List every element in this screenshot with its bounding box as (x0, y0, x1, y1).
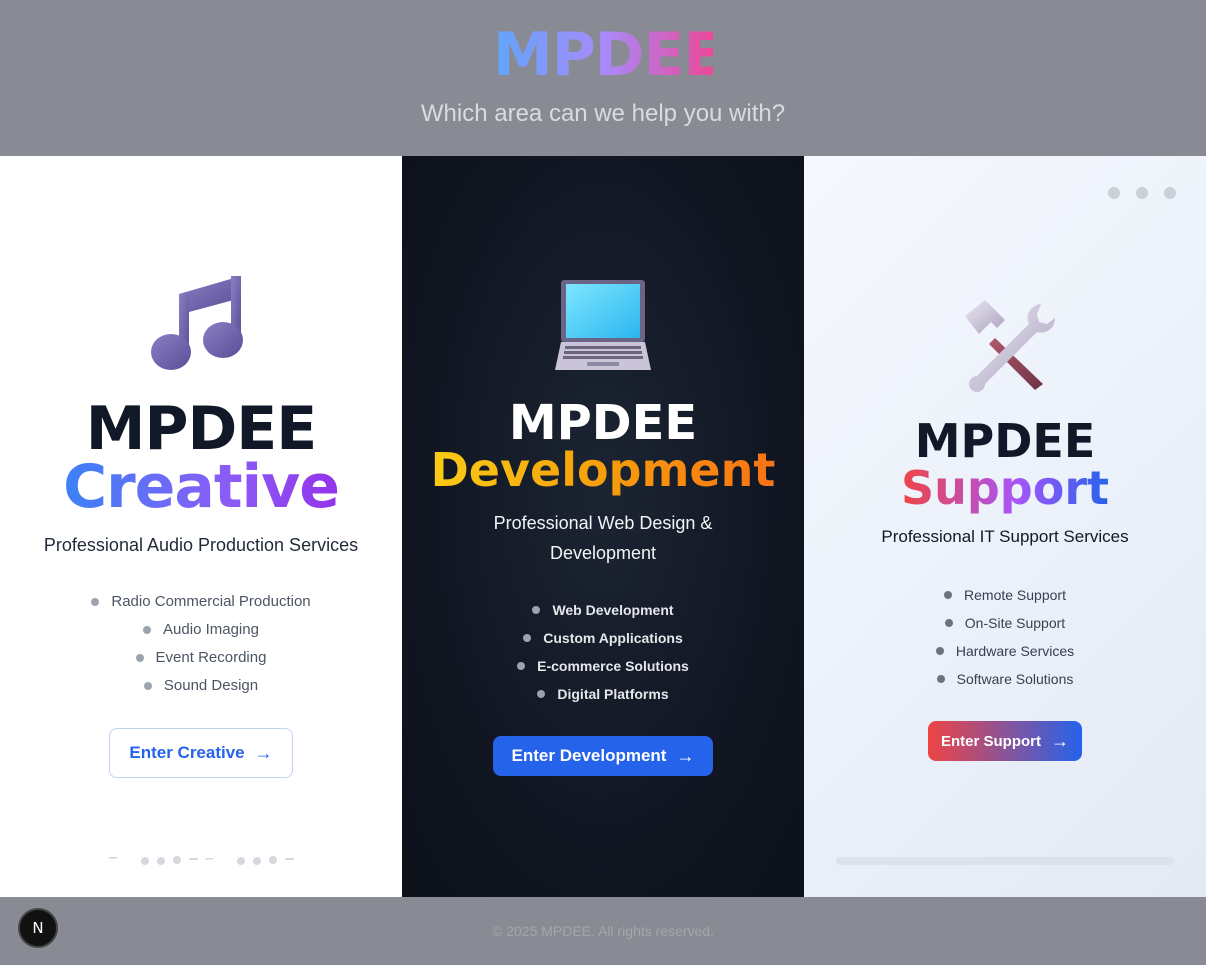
brand-logo-text: MPDEE (493, 20, 724, 90)
bullet-icon (523, 634, 532, 642)
window-dots-decoration (1108, 187, 1176, 199)
support-panel[interactable]: MPDEE Support Professional IT Support Se… (804, 156, 1206, 897)
page-tagline: Which area can we help you with? (420, 100, 786, 127)
support-subtitle: Professional IT Support Services (881, 527, 1129, 546)
service-label: Audio Imaging (163, 621, 259, 638)
page-footer: © 2025 MPDEE. All rights reserved. (0, 897, 1206, 965)
list-item: Event Recording (0, 644, 402, 672)
enter-creative-button[interactable]: Enter Creative → (109, 728, 293, 778)
list-item: E-commerce Solutions (402, 652, 804, 680)
list-item: Web Development (402, 596, 804, 624)
decorative-bar (836, 857, 1174, 865)
button-label: Enter Support (941, 732, 1041, 750)
page-header: MPDEE Which area can we help you with? (0, 0, 1206, 156)
button-label: Enter Development (511, 746, 667, 765)
service-label: Hardware Services (955, 643, 1075, 659)
enter-development-button[interactable]: Enter Development → (493, 736, 713, 776)
bullet-icon (143, 682, 152, 690)
service-label: Remote Support (964, 587, 1066, 603)
service-label: Digital Platforms (557, 686, 669, 702)
dot-icon (1136, 187, 1148, 199)
creative-services-list: Radio Commercial Production Audio Imagin… (0, 588, 402, 700)
bullet-icon (944, 619, 953, 627)
dot-icon (1108, 187, 1120, 199)
copyright-text: © 2025 MPDEE. All rights reserved. (492, 923, 714, 939)
laptop-icon (402, 278, 804, 374)
creative-subtitle: Professional Audio Production Services (43, 535, 359, 555)
arrow-right-icon: → (676, 745, 695, 766)
creative-panel[interactable]: MPDEE Creative Professional Audio Produc… (0, 156, 402, 897)
bullet-icon (517, 662, 526, 670)
support-name-text: Support (900, 461, 1109, 515)
service-label: Web Development (552, 602, 674, 618)
bullet-icon (537, 690, 546, 698)
enter-support-button[interactable]: Enter Support → (928, 721, 1082, 761)
button-label: Enter Creative (129, 743, 245, 762)
list-item: Custom Applications (402, 624, 804, 652)
service-label: Event Recording (155, 649, 267, 666)
support-title: MPDEE (914, 414, 1096, 468)
development-panel[interactable]: MPDEE Development Professional Web Desig… (402, 156, 804, 897)
musical-note-icon (0, 274, 402, 374)
support-name: Support (804, 461, 1206, 515)
nextjs-dev-badge[interactable]: N (18, 908, 58, 948)
dot-icon (1164, 187, 1176, 199)
list-item: Software Solutions (804, 665, 1206, 693)
hammer-and-wrench-icon (804, 298, 1206, 394)
development-name: Development (402, 443, 804, 497)
list-item: Sound Design (0, 672, 402, 700)
bullet-icon (143, 626, 152, 634)
list-item: Radio Commercial Production (0, 588, 402, 616)
bullet-icon (936, 675, 945, 683)
waveform-decoration (109, 856, 294, 865)
service-label: Software Solutions (956, 671, 1074, 687)
support-services-list: Remote Support On-Site Support Hardware … (804, 581, 1206, 693)
arrow-right-icon: → (254, 742, 273, 763)
bullet-icon (135, 654, 144, 662)
creative-name: Creative (0, 452, 402, 522)
development-services-list: Web Development Custom Applications E-co… (402, 596, 804, 708)
bullet-icon (532, 606, 541, 614)
list-item: Audio Imaging (0, 616, 402, 644)
service-label: Sound Design (163, 677, 259, 694)
service-label: E-commerce Solutions (537, 658, 689, 674)
development-subtitle: Professional Web Design & Development (493, 513, 713, 563)
list-item: Digital Platforms (402, 680, 804, 708)
list-item: On-Site Support (804, 609, 1206, 637)
bullet-icon (91, 598, 100, 606)
arrow-right-icon: → (1051, 730, 1069, 751)
bullet-icon (935, 647, 944, 655)
development-name-text: Development (430, 443, 776, 497)
service-label: Radio Commercial Production (111, 593, 311, 610)
service-label: Custom Applications (543, 630, 683, 646)
list-item: Hardware Services (804, 637, 1206, 665)
service-label: On-Site Support (964, 615, 1066, 631)
creative-name-text: Creative (63, 452, 340, 522)
bullet-icon (944, 591, 953, 599)
list-item: Remote Support (804, 581, 1206, 609)
